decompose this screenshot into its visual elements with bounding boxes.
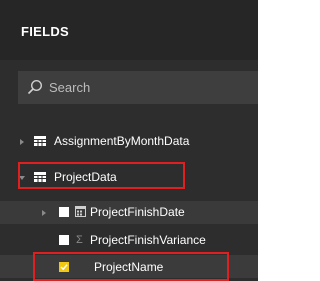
panel-title: FIELDS xyxy=(21,24,70,39)
search-box[interactable]: Search xyxy=(18,71,258,104)
field-row-projectfinishvariance[interactable]: Σ ProjectFinishVariance xyxy=(0,229,258,252)
expand-arrow-icon[interactable] xyxy=(20,139,24,145)
sigma-icon: Σ xyxy=(76,234,83,246)
table-row-assignmentbymonthdata[interactable]: AssignmentByMonthData xyxy=(0,130,258,153)
highlight-box-projectname xyxy=(33,252,229,281)
field-row-projectfinishdate[interactable]: ProjectFinishDate xyxy=(0,201,258,224)
search-input[interactable]: Search xyxy=(49,80,90,95)
table-icon xyxy=(34,136,46,146)
field-name: ProjectFinishDate xyxy=(90,205,185,219)
calendar-hierarchy-icon xyxy=(75,206,86,217)
field-checkbox[interactable] xyxy=(59,207,69,217)
fields-panel: FIELDS Search AssignmentByMonthData Proj… xyxy=(0,0,258,281)
table-name: AssignmentByMonthData xyxy=(54,134,190,148)
field-name: ProjectFinishVariance xyxy=(90,233,206,247)
panel-header: FIELDS xyxy=(0,0,258,60)
field-checkbox[interactable] xyxy=(59,235,69,245)
highlight-box-projectdata xyxy=(18,162,185,189)
search-icon xyxy=(27,79,43,95)
expand-arrow-icon[interactable] xyxy=(42,210,46,216)
